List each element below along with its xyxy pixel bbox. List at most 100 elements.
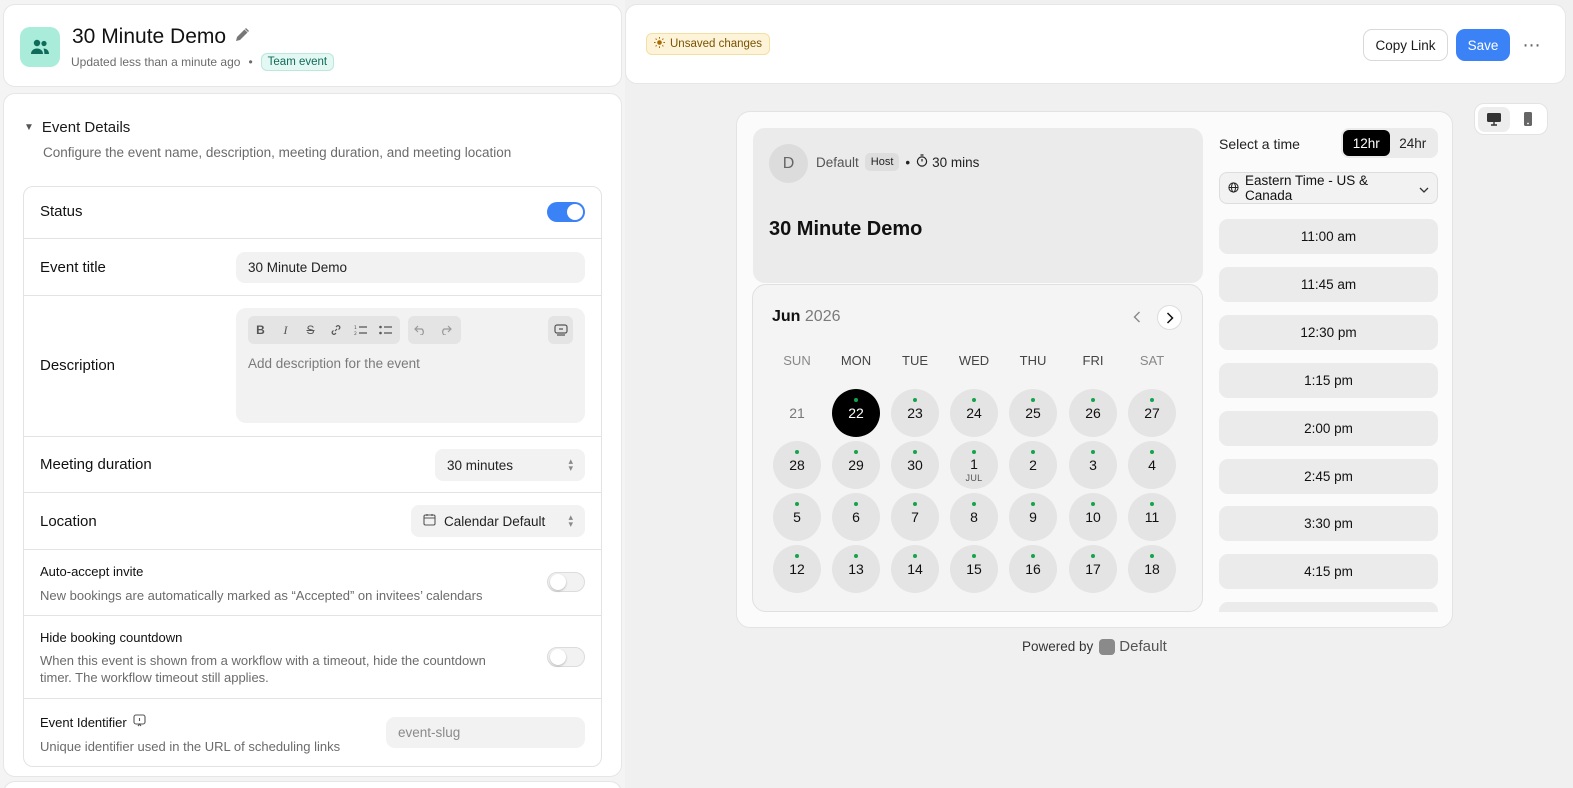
calendar-day[interactable]: 27 <box>1128 389 1176 437</box>
updated-text: Updated less than a minute ago <box>71 55 241 69</box>
timezone-select[interactable]: Eastern Time - US & Canada <box>1219 172 1438 204</box>
time-slot-button[interactable]: 11:00 am <box>1219 219 1438 254</box>
redo-icon[interactable] <box>433 316 458 344</box>
powered-by: Powered by Default <box>1022 638 1167 655</box>
format-12hr-button[interactable]: 12hr <box>1343 130 1390 156</box>
availability-dot <box>854 502 858 506</box>
event-identifier-description: Unique identifier used in the URL of sch… <box>40 739 341 754</box>
duration-select[interactable]: 30 minutes ▴ ▾ <box>435 449 585 481</box>
host-line: Default Host • 30 mins <box>816 153 979 171</box>
time-slot-overflow <box>1219 602 1438 612</box>
edit-pencil-icon[interactable] <box>234 25 250 49</box>
availability-dot <box>795 502 799 506</box>
calendar-day[interactable]: 26 <box>1069 389 1117 437</box>
calendar-day[interactable]: 2 <box>1009 441 1057 489</box>
strikethrough-icon[interactable]: S <box>298 316 323 344</box>
more-options-icon[interactable]: ⋯ <box>1520 31 1544 59</box>
description-editor[interactable]: B I S 12 Add description for the event <box>236 308 585 423</box>
day-number: 16 <box>1025 561 1041 577</box>
event-identifier-label-wrap: Event Identifier <box>40 714 146 730</box>
calendar-day[interactable]: 18 <box>1128 545 1176 593</box>
calendar-day-selected[interactable]: 22 <box>832 389 880 437</box>
mobile-view-icon[interactable] <box>1513 107 1545 132</box>
format-24hr-button[interactable]: 24hr <box>1390 130 1437 156</box>
bold-icon[interactable]: B <box>248 316 273 344</box>
link-icon[interactable] <box>323 316 348 344</box>
time-slot-button[interactable]: 3:30 pm <box>1219 506 1438 542</box>
day-number: 25 <box>1025 405 1041 421</box>
chevron-up-down-icon: ▴ ▾ <box>568 512 573 529</box>
location-label: Location <box>40 513 97 530</box>
svg-text:2: 2 <box>354 331 357 336</box>
event-title-row: Event title 30 Minute Demo <box>24 239 601 296</box>
time-slot-button[interactable]: 2:00 pm <box>1219 410 1438 446</box>
calendar-day[interactable]: 14 <box>891 545 939 593</box>
calendar-day[interactable]: 16 <box>1009 545 1057 593</box>
status-row: Status <box>24 187 601 239</box>
chevron-right-icon[interactable] <box>1157 305 1182 330</box>
italic-icon[interactable]: I <box>273 316 298 344</box>
calendar-day[interactable]: 24 <box>950 389 998 437</box>
description-label: Description <box>40 357 116 374</box>
calendar-day[interactable]: 30 <box>891 441 939 489</box>
calendar-day[interactable]: 1 JUL <box>950 441 998 489</box>
year: 2026 <box>804 308 841 325</box>
calendar-day[interactable]: 10 <box>1069 493 1117 541</box>
day-number: 29 <box>848 457 864 473</box>
calendar-day[interactable]: 11 <box>1128 493 1176 541</box>
availability-dot <box>1091 502 1095 506</box>
availability-dot <box>1031 554 1035 558</box>
availability-dot <box>1150 450 1154 454</box>
calendar-day[interactable]: 3 <box>1069 441 1117 489</box>
calendar-day[interactable]: 9 <box>1009 493 1057 541</box>
time-slot-button[interactable]: 2:45 pm <box>1219 458 1438 494</box>
time-slot-button[interactable]: 1:15 pm <box>1219 362 1438 398</box>
time-slot-button[interactable]: 4:15 pm <box>1219 554 1438 590</box>
desktop-view-icon[interactable] <box>1478 106 1510 132</box>
team-event-badge: Team event <box>260 53 335 71</box>
auto-accept-label: Auto-accept invite <box>40 564 144 579</box>
chevron-left-icon[interactable] <box>1125 305 1149 329</box>
brand-logo[interactable]: Default <box>1099 638 1167 655</box>
preview-device-toggle <box>1474 103 1548 135</box>
hide-countdown-toggle[interactable] <box>547 647 585 667</box>
calendar-day[interactable]: 4 <box>1128 441 1176 489</box>
undo-icon[interactable] <box>408 316 433 344</box>
auto-accept-description: New bookings are automatically marked as… <box>40 588 483 603</box>
calendar-day[interactable]: 6 <box>832 493 880 541</box>
weekday-header: TUE <box>902 353 928 368</box>
brand-name: Default <box>1119 638 1167 655</box>
copy-link-button[interactable]: Copy Link <box>1363 29 1448 61</box>
status-toggle[interactable] <box>547 202 585 222</box>
day-number: 22 <box>848 405 864 421</box>
auto-accept-toggle[interactable] <box>547 572 585 592</box>
bullet-list-icon[interactable] <box>373 316 398 344</box>
time-slot-button[interactable]: 11:45 am <box>1219 266 1438 302</box>
event-identifier-label: Event Identifier <box>40 714 127 730</box>
calendar-day[interactable]: 5 <box>773 493 821 541</box>
location-select[interactable]: Calendar Default ▴ ▾ <box>411 505 585 537</box>
calendar-day[interactable]: 15 <box>950 545 998 593</box>
day-number: 28 <box>789 457 805 473</box>
ai-assist-button[interactable] <box>548 316 573 344</box>
calendar-day[interactable]: 13 <box>832 545 880 593</box>
availability-dot <box>913 502 917 506</box>
availability-dot <box>795 554 799 558</box>
host-badge: Host <box>864 153 900 171</box>
calendar-day[interactable]: 7 <box>891 493 939 541</box>
calendar: Jun 2026 SUN MON TUE WED THU FRI SAT 21 22 23 24 25… <box>752 284 1203 612</box>
calendar-day[interactable]: 25 <box>1009 389 1057 437</box>
calendar-day[interactable]: 8 <box>950 493 998 541</box>
section-toggle[interactable]: ▼ Event Details <box>24 119 130 136</box>
calendar-day[interactable]: 29 <box>832 441 880 489</box>
calendar-day[interactable]: 17 <box>1069 545 1117 593</box>
event-title-input[interactable]: 30 Minute Demo <box>236 252 585 283</box>
calendar-day[interactable]: 23 <box>891 389 939 437</box>
time-slot-button[interactable]: 12:30 pm <box>1219 314 1438 350</box>
save-button[interactable]: Save <box>1456 29 1510 61</box>
info-icon[interactable] <box>133 714 146 730</box>
ordered-list-icon[interactable]: 12 <box>348 316 373 344</box>
event-slug-input[interactable]: event-slug <box>386 717 585 748</box>
calendar-day[interactable]: 12 <box>773 545 821 593</box>
calendar-day[interactable]: 28 <box>773 441 821 489</box>
